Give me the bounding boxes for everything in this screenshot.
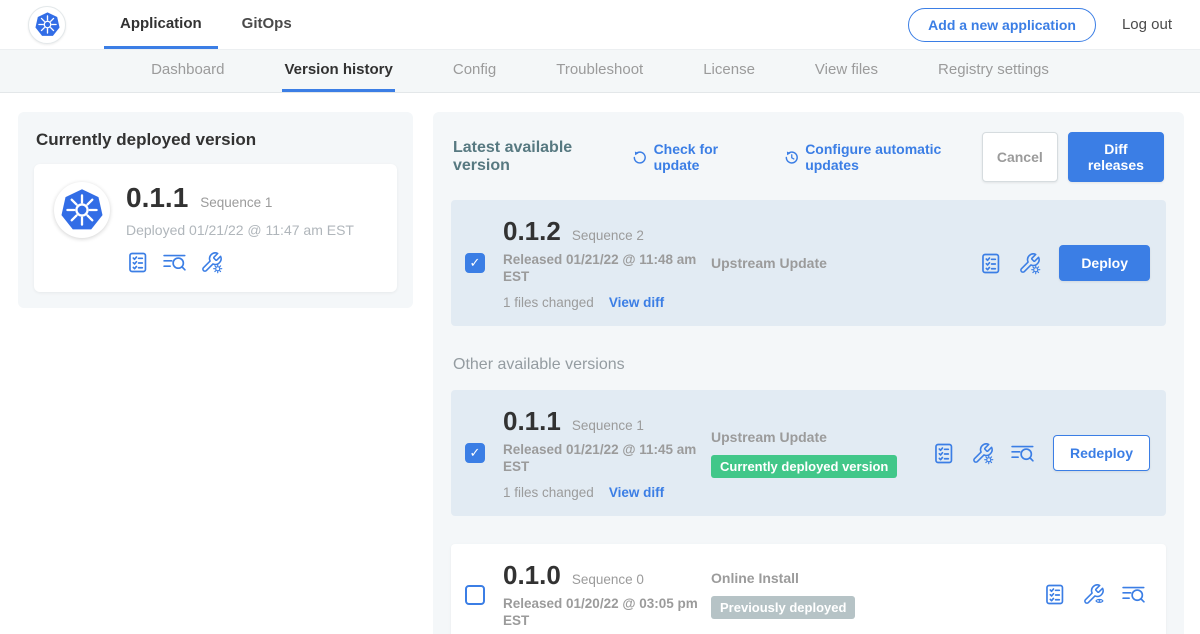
version-number: 0.1.1 <box>503 406 561 436</box>
files-changed-label: 1 files changed <box>503 295 594 310</box>
preflight-checks-icon[interactable] <box>979 252 1002 275</box>
tab-dashboard[interactable]: Dashboard <box>149 50 226 92</box>
released-timestamp: Released 01/21/22 @ 11:48 am EST <box>503 251 701 285</box>
tab-gitops[interactable]: GitOps <box>226 0 308 49</box>
version-source-label: Upstream Update <box>711 429 932 445</box>
add-application-button[interactable]: Add a new application <box>908 8 1096 42</box>
edit-config-icon[interactable] <box>1018 252 1041 275</box>
deployed-timestamp: Deployed 01/21/22 @ 11:47 am EST <box>126 222 354 238</box>
version-checkbox[interactable] <box>465 253 485 273</box>
deployed-version-number: 0.1.1 <box>126 182 188 214</box>
top-tabs: Application GitOps <box>104 0 308 49</box>
kubernetes-logo <box>28 6 66 44</box>
view-diff-link[interactable]: View diff <box>609 485 664 500</box>
cancel-button[interactable]: Cancel <box>982 132 1058 182</box>
preflight-checks-icon[interactable] <box>932 442 955 465</box>
released-timestamp: Released 01/21/22 @ 11:45 am EST <box>503 441 701 475</box>
sequence-label: Sequence 2 <box>572 228 644 243</box>
deployed-sequence-label: Sequence 1 <box>200 195 272 210</box>
released-timestamp: Released 01/20/22 @ 03:05 pm EST <box>503 595 701 629</box>
version-source-label: Upstream Update <box>711 255 979 271</box>
tab-version-history[interactable]: Version history <box>282 50 394 92</box>
configure-updates-link[interactable]: Configure automatic updates <box>784 141 982 173</box>
tab-license[interactable]: License <box>701 50 757 92</box>
version-row-0-1-0: 0.1.0 Sequence 0 Released 01/20/22 @ 03:… <box>451 544 1166 634</box>
view-diff-link[interactable]: View diff <box>609 295 664 310</box>
configure-updates-label: Configure automatic updates <box>805 141 982 173</box>
edit-config-icon[interactable] <box>200 251 223 274</box>
app-sub-nav: Dashboard Version history Config Trouble… <box>0 50 1200 93</box>
redeploy-button[interactable]: Redeploy <box>1053 435 1150 471</box>
refresh-icon <box>632 149 647 166</box>
tab-registry-settings[interactable]: Registry settings <box>936 50 1051 92</box>
previously-deployed-badge: Previously deployed <box>711 596 855 619</box>
other-versions-heading: Other available versions <box>453 356 1164 374</box>
currently-deployed-badge: Currently deployed version <box>711 455 897 478</box>
deploy-logs-icon[interactable] <box>1010 442 1035 465</box>
sequence-label: Sequence 0 <box>572 572 644 587</box>
deploy-logs-icon[interactable] <box>1121 583 1146 606</box>
version-checkbox[interactable] <box>465 443 485 463</box>
currently-deployed-panel: Currently deployed version 0.1.1 Sequenc… <box>18 112 413 308</box>
version-row-0-1-2: 0.1.2 Sequence 2 Released 01/21/22 @ 11:… <box>451 200 1166 326</box>
available-versions-panel: Latest available version Check for updat… <box>433 112 1184 634</box>
logout-button[interactable]: Log out <box>1122 16 1172 33</box>
check-for-update-label: Check for update <box>654 141 758 173</box>
version-source-label: Online Install <box>711 570 1043 586</box>
tab-config[interactable]: Config <box>451 50 498 92</box>
diff-releases-button[interactable]: Diff releases <box>1068 132 1164 182</box>
preflight-checks-icon[interactable] <box>1043 583 1066 606</box>
main-content: Currently deployed version 0.1.1 Sequenc… <box>0 93 1200 634</box>
top-nav: Application GitOps Add a new application… <box>0 0 1200 50</box>
deploy-logs-icon[interactable] <box>162 251 187 274</box>
tab-view-files[interactable]: View files <box>813 50 880 92</box>
kubernetes-app-icon <box>54 182 110 238</box>
sequence-label: Sequence 1 <box>572 418 644 433</box>
deploy-button[interactable]: Deploy <box>1059 245 1150 281</box>
deployed-panel-title: Currently deployed version <box>36 130 397 150</box>
preflight-checks-icon[interactable] <box>126 251 149 274</box>
tab-application[interactable]: Application <box>104 0 218 49</box>
deployed-version-card: 0.1.1 Sequence 1 Deployed 01/21/22 @ 11:… <box>34 164 397 292</box>
version-number: 0.1.2 <box>503 216 561 246</box>
version-number: 0.1.0 <box>503 560 561 590</box>
check-for-update-link[interactable]: Check for update <box>632 141 758 173</box>
tab-troubleshoot[interactable]: Troubleshoot <box>554 50 645 92</box>
view-config-icon[interactable] <box>1082 583 1105 606</box>
available-panel-title: Latest available version <box>453 139 618 175</box>
edit-config-icon[interactable] <box>971 442 994 465</box>
clock-refresh-icon <box>784 149 800 166</box>
version-checkbox[interactable] <box>465 585 485 605</box>
version-row-0-1-1: 0.1.1 Sequence 1 Released 01/21/22 @ 11:… <box>451 390 1166 516</box>
files-changed-label: 1 files changed <box>503 485 594 500</box>
